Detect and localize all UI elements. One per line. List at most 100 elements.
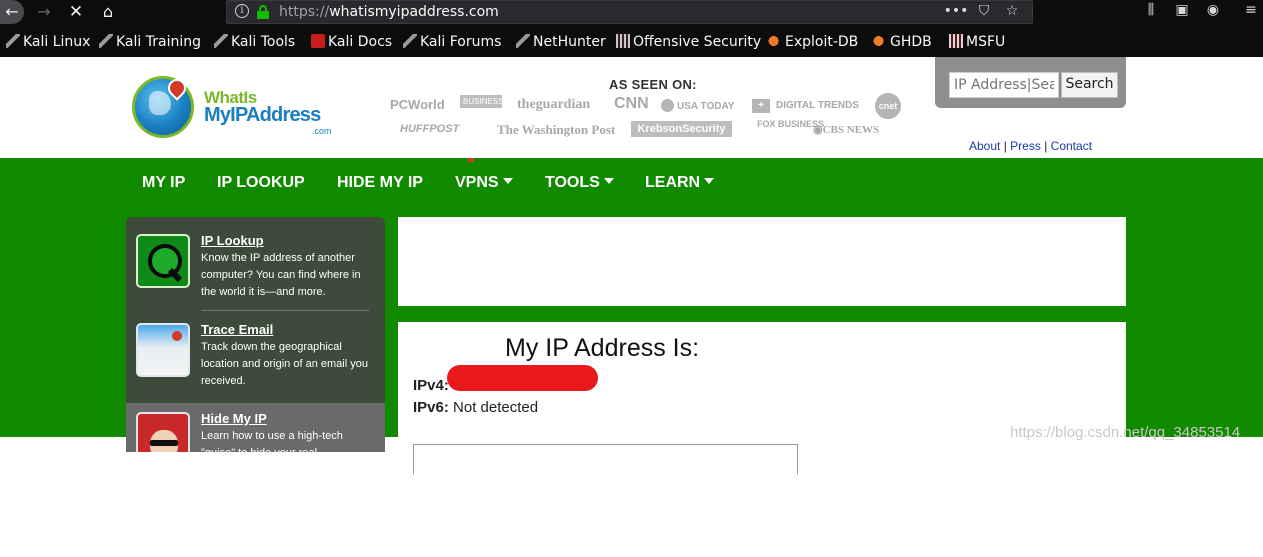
sidebar-item-trace-email[interactable]: Trace Email Track down the geographical … [126,306,385,395]
disguise-face-icon [136,412,190,452]
bookmark-msfu[interactable]: MSFU [949,34,1005,52]
ipv6-row: IPv6: Not detected [413,399,538,416]
offsec-icon [616,34,630,48]
kali-docs-icon [311,34,325,48]
kali-dragon-icon [99,34,113,48]
main-content-band: MY IP IP LOOKUP HIDE MY IP VPNS TOOLS LE… [0,158,1263,557]
bookmark-kali-tools[interactable]: Kali Tools [214,34,295,52]
ipv6-value: Not detected [453,399,539,416]
nav-hide-my-ip[interactable]: HIDE MY IP [337,174,423,192]
url-protocol: https:// [279,4,330,20]
nav-ip-lookup[interactable]: IP LOOKUP [217,174,305,192]
press-link[interactable]: Press [1010,139,1041,153]
nav-my-ip[interactable]: MY IP [142,174,185,192]
nav-tools[interactable]: TOOLS [545,174,614,192]
nav-vpns[interactable]: VPNS [455,174,513,192]
url-actions: ••• ⛉ ☆ [942,3,1026,19]
url-host: whatismyipaddress.com [329,4,499,20]
cbs-news-text: CBS NEWS [822,124,880,136]
ipv4-row: IPv4: [413,377,449,394]
logo-domain-suffix: .com [312,126,332,136]
nav-label: IP LOOKUP [217,174,305,191]
nav-learn[interactable]: LEARN [645,174,715,192]
sidebar-toggle-icon[interactable]: ▣ [1171,2,1193,18]
as-seen-on-heading: AS SEEN ON: [609,77,697,92]
digital-trends-text: DIGITAL TRENDS [776,100,859,111]
nav-label: TOOLS [545,174,600,191]
blog-watermark: https://blog.csdn.net/qq_34853514 [1010,424,1241,441]
business-insider-logo: BUSINESS INSIDER [460,95,538,108]
url-text[interactable]: https://whatismyipaddress.com [279,4,499,20]
magnifier-icon [136,234,190,288]
url-bar[interactable]: i https://whatismyipaddress.com ••• ⛉ ☆ [226,0,1033,24]
bookmark-kali-linux[interactable]: Kali Linux [6,34,90,52]
redaction-mark [447,365,598,391]
bookmark-label: GHDB [890,34,932,50]
kali-dragon-icon [6,34,20,48]
sidebar-item-title[interactable]: IP Lookup [201,233,264,248]
site-logo[interactable]: WhatIs MyIPAddress .com [132,75,352,142]
bookmark-kali-forums[interactable]: Kali Forums [403,34,501,52]
tools-sidebar: IP Lookup Know the IP address of another… [126,217,385,452]
bookmarks-toolbar: Kali Linux Kali Training Kali Tools Kali… [0,27,1263,57]
sidebar-item-title[interactable]: Trace Email [201,322,273,337]
ip-search-input[interactable] [949,72,1059,98]
forward-arrow-icon[interactable]: → [32,0,56,24]
usatoday-circle-icon [661,99,674,112]
page-actions-menu-icon[interactable]: ••• [942,3,970,19]
exploit-db-icon [768,34,782,48]
bookmark-label: MSFU [966,34,1006,50]
pcworld-logo: PCWorld [390,97,445,112]
main-navigation: MY IP IP LOOKUP HIDE MY IP VPNS TOOLS LE… [0,158,1263,206]
back-arrow-icon[interactable]: ← [0,0,24,24]
site-info-icon[interactable]: i [235,4,249,18]
sidebar-item-hide-my-ip[interactable]: Hide My IP Learn how to use a high-tech … [126,403,385,452]
stop-loading-icon[interactable]: ✕ [64,0,88,24]
my-ip-heading: My IP Address Is: [505,334,700,362]
bookmark-star-icon[interactable]: ☆ [998,3,1026,19]
caret-down-icon [704,178,715,184]
usatoday-text: USA TODAY [677,101,735,112]
bookmark-kali-docs[interactable]: Kali Docs [311,34,392,52]
bookmark-label: Exploit-DB [785,34,859,50]
plus-icon: + [752,99,770,113]
home-icon[interactable]: ⌂ [96,0,120,24]
link-separator: | [1044,139,1048,153]
nav-label: HIDE MY IP [337,174,423,191]
sidebar-item-ip-lookup[interactable]: IP Lookup Know the IP address of another… [126,217,385,306]
cnn-logo: CNN [614,95,649,112]
about-link[interactable]: About [969,139,1000,153]
huffpost-logo: HUFFPOST [400,123,460,135]
contact-link[interactable]: Contact [1051,139,1092,153]
usatoday-logo: USA TODAY [661,99,734,112]
search-button[interactable]: Search [1061,72,1118,98]
bookmark-offensive-security[interactable]: Offensive Security [616,34,761,52]
cbs-eye-icon: ◉ [813,124,823,136]
bookmark-label: NetHunter [533,34,606,50]
guardian-logo: theguardian [517,97,591,112]
bookmark-label: Offensive Security [633,34,762,50]
ip-details-box [413,444,798,474]
sidebar-item-title[interactable]: Hide My IP [201,411,267,426]
header-links: About | Press | Contact [969,139,1092,153]
caret-down-icon [603,178,614,184]
pocket-icon[interactable]: ⛉ [970,3,998,19]
bookmark-label: Kali Forums [420,34,502,50]
padlock-icon[interactable] [257,5,269,19]
bookmark-label: Kali Linux [23,34,91,50]
kali-dragon-icon [214,34,228,48]
hamburger-menu-icon[interactable]: ≡ [1240,2,1262,18]
bookmark-label: Kali Docs [328,34,393,50]
fox-business-logo: FOX BUSINESS [757,119,825,129]
header-search-panel: Search [935,57,1126,108]
bookmark-kali-training[interactable]: Kali Training [99,34,201,52]
account-icon[interactable]: ◉ [1202,2,1224,18]
bookmark-nethunter[interactable]: NetHunter [516,34,606,52]
bookmark-ghdb[interactable]: GHDB [873,34,932,52]
bookmark-exploit-db[interactable]: Exploit-DB [768,34,858,52]
link-separator: | [1003,139,1007,153]
library-icon[interactable]: ⫼ [1140,2,1162,18]
bookmark-label: Kali Training [116,34,201,50]
exploit-db-icon [873,34,887,48]
bookmark-label: Kali Tools [231,34,296,50]
